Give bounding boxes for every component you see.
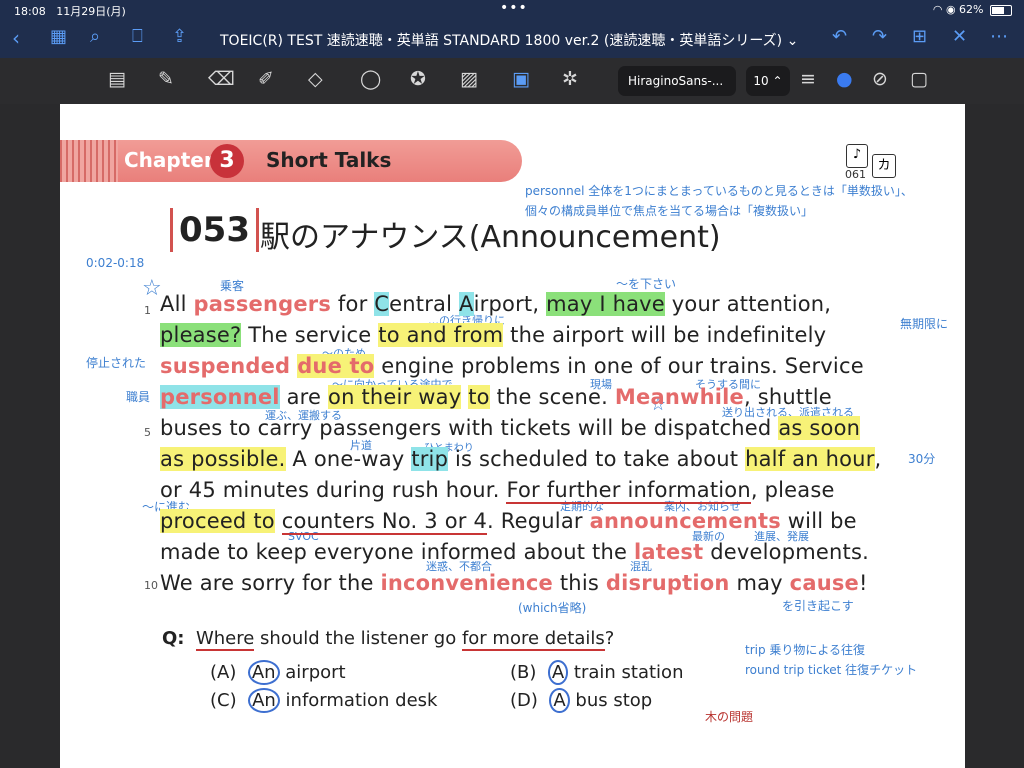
back-chevron-icon[interactable]: ‹: [12, 26, 20, 50]
font-selector[interactable]: HiraginoSans-...: [618, 66, 736, 96]
note-mukigen: 無期限に: [900, 317, 949, 331]
nav-bar: ‹ ▦ ⌕ ⎕ ⇪ TOEIC(R) TEST 速読速聴・英単語 STANDAR…: [0, 20, 1024, 58]
grid-view-icon[interactable]: ▦: [50, 26, 67, 47]
image-icon[interactable]: ▨: [460, 68, 478, 90]
note-trip-2: round trip ticket 往復チケット: [745, 663, 918, 677]
laser-pointer-icon[interactable]: ✲: [562, 68, 578, 90]
line-number: 10: [144, 579, 158, 592]
pen-icon[interactable]: ✎: [158, 68, 174, 90]
bookmark-icon[interactable]: ⎕: [132, 26, 143, 47]
battery-percent: 62%: [959, 3, 984, 16]
note-personnel-1: personnel 全体を1つにまとまっているものと見るときは「単数扱い」、: [525, 184, 913, 198]
question: Q: Where should the listener go for more…: [162, 628, 615, 651]
chapter-number: 3: [210, 144, 244, 178]
passage-line-5: buses to carry passengers with tickets w…: [160, 416, 861, 440]
passage-line-3: suspended due to engine problems in one …: [160, 354, 864, 378]
note-which: (which省略): [518, 601, 587, 615]
passage-line-9: made to keep everyone informed about the…: [160, 540, 869, 564]
note-hikiokosu: を引き起こす: [782, 599, 854, 613]
audio-track-number: 061: [845, 168, 866, 181]
search-icon[interactable]: ⌕: [90, 26, 100, 47]
chapter-banner-stripe: [60, 140, 118, 182]
item-title: 駅のアナウンス(Announcement): [260, 220, 721, 255]
wifi-icon: ◠: [932, 3, 943, 16]
note-teishi: 停止された: [86, 356, 147, 370]
align-icon[interactable]: ≡: [800, 68, 816, 90]
chapter-word: Chapter: [124, 148, 214, 172]
read-mode-icon[interactable]: ▤: [108, 68, 126, 90]
option-d[interactable]: (D) A bus stop: [510, 688, 652, 713]
add-page-icon[interactable]: ⊞: [912, 26, 927, 47]
status-right: ◠ ◉ 62%: [933, 3, 1012, 16]
shapes-icon[interactable]: ◇: [308, 68, 323, 90]
star-mark-icon: ☆: [142, 276, 162, 301]
sticker-icon[interactable]: ✪: [410, 68, 426, 90]
passage-line-6: as possible. A one-way trip is scheduled…: [160, 447, 882, 471]
line-number: 5: [144, 426, 151, 439]
highlighter-icon[interactable]: ✐: [258, 68, 274, 90]
option-c[interactable]: (C) An information desk: [210, 688, 437, 713]
tool-bar: ▤ ✎ ⌫ ✐ ◇ ◯ ✪ ▨ ▣ ✲ ≡ ● ⊘ ▢: [0, 58, 1024, 104]
chapter-title: Short Talks: [266, 148, 392, 172]
text-style-icon[interactable]: ▢: [910, 68, 928, 90]
pen-off-icon[interactable]: ✕: [952, 26, 967, 47]
note-shokuin: 職員: [126, 390, 151, 404]
kana-badge: カ: [872, 154, 896, 178]
passage-line-2: please? The service to and from the airp…: [160, 323, 827, 347]
note-kudasai: 〜を下さい: [616, 277, 677, 291]
passage-line-1: All passengers for Central Airport, may …: [160, 292, 832, 316]
lock-rotation-icon: ◉: [945, 3, 956, 16]
line-number: 1: [144, 304, 151, 317]
no-fill-icon[interactable]: ⊘: [872, 68, 888, 90]
note-half: 30分: [908, 452, 936, 466]
lasso-icon[interactable]: ◯: [360, 68, 381, 90]
item-number: 053: [170, 208, 259, 252]
passage-line-8: proceed to counters No. 3 or 4. Regular …: [160, 509, 857, 535]
option-b[interactable]: (B) A train station: [510, 660, 683, 685]
share-icon[interactable]: ⇪: [172, 26, 187, 47]
undo-icon[interactable]: ↶: [832, 26, 847, 47]
option-a[interactable]: (A) An airport: [210, 660, 346, 685]
note-trip-1: trip 乗り物による往復: [745, 643, 866, 657]
document-title[interactable]: TOEIC(R) TEST 速読速聴・英単語 STANDARD 1800 ver…: [220, 30, 798, 50]
text-tool-icon[interactable]: ▣: [512, 68, 530, 90]
passage-line-7: or 45 minutes during rush hour. For furt…: [160, 478, 835, 504]
status-time-date: 18:08 11月29日(月): [14, 5, 126, 18]
passage-line-10: We are sorry for the inconvenience this …: [160, 571, 868, 595]
eraser-icon[interactable]: ⌫: [208, 68, 235, 90]
audio-note-icon: ♪: [846, 144, 868, 168]
color-picker-icon[interactable]: ●: [836, 68, 853, 90]
more-icon[interactable]: ⋯: [990, 26, 1008, 47]
font-size-selector[interactable]: 10 ⌃: [746, 66, 790, 96]
redo-icon[interactable]: ↷: [872, 26, 887, 47]
battery-icon: [990, 4, 1012, 16]
note-ki: 木の問題: [705, 710, 754, 724]
status-bar: 18:08 11月29日(月) ••• ◠ ◉ 62%: [0, 0, 1024, 20]
passage-line-4: personnel are on their way to the scene.…: [160, 385, 832, 409]
multitask-dots-icon[interactable]: •••: [500, 0, 528, 16]
document-page[interactable]: Chapter 3 Short Talks ♪ 061 カ personnel …: [60, 104, 965, 768]
note-time: 0:02-0:18: [86, 256, 145, 270]
